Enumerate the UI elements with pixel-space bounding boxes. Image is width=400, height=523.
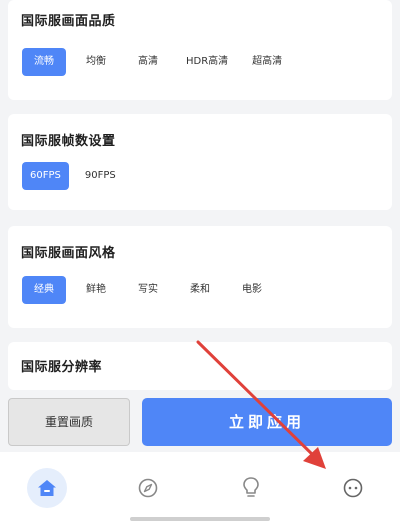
tab-tips[interactable] — [231, 468, 271, 508]
style-options: 经典 鲜艳 写实 柔和 电影 — [22, 276, 274, 304]
more-icon — [343, 478, 363, 498]
reset-quality-button[interactable]: 重置画质 — [8, 398, 130, 446]
quality-option-smooth[interactable]: 流畅 — [22, 48, 66, 76]
tab-more[interactable] — [333, 468, 373, 508]
fps-option-60[interactable]: 60FPS — [22, 162, 69, 190]
style-option-vivid[interactable]: 鲜艳 — [74, 276, 118, 304]
lightbulb-icon — [243, 477, 259, 497]
resolution-title: 国际服分辨率 — [21, 360, 103, 375]
quality-options: 流畅 均衡 高清 HDR高清 超高清 — [22, 48, 291, 76]
home-icon — [38, 480, 56, 496]
home-indicator — [130, 517, 270, 521]
fps-options: 60FPS 90FPS — [22, 162, 124, 190]
style-option-realistic[interactable]: 写实 — [126, 276, 170, 304]
quality-option-hdr[interactable]: HDR高清 — [178, 48, 237, 76]
tab-discover[interactable] — [128, 468, 168, 508]
style-card: 国际服画面风格 经典 鲜艳 写实 柔和 电影 — [8, 226, 392, 328]
quality-card: 国际服画面品质 流畅 均衡 高清 HDR高清 超高清 — [8, 0, 392, 100]
quality-option-uhd[interactable]: 超高清 — [244, 48, 291, 76]
style-option-soft[interactable]: 柔和 — [178, 276, 222, 304]
fps-title: 国际服帧数设置 — [21, 134, 116, 149]
bottom-tab-bar — [0, 452, 400, 523]
apply-now-button[interactable]: 立即应用 — [142, 398, 392, 446]
tab-home[interactable] — [27, 468, 67, 508]
quality-option-hd[interactable]: 高清 — [126, 48, 170, 76]
fps-option-90[interactable]: 90FPS — [76, 162, 124, 190]
quality-title: 国际服画面品质 — [21, 14, 116, 29]
style-option-cinema[interactable]: 电影 — [230, 276, 274, 304]
style-title: 国际服画面风格 — [21, 246, 116, 261]
quality-option-balanced[interactable]: 均衡 — [74, 48, 118, 76]
fps-card: 国际服帧数设置 60FPS 90FPS — [8, 114, 392, 210]
resolution-card: 国际服分辨率 — [8, 342, 392, 390]
compass-icon — [138, 478, 158, 498]
style-option-classic[interactable]: 经典 — [22, 276, 66, 304]
